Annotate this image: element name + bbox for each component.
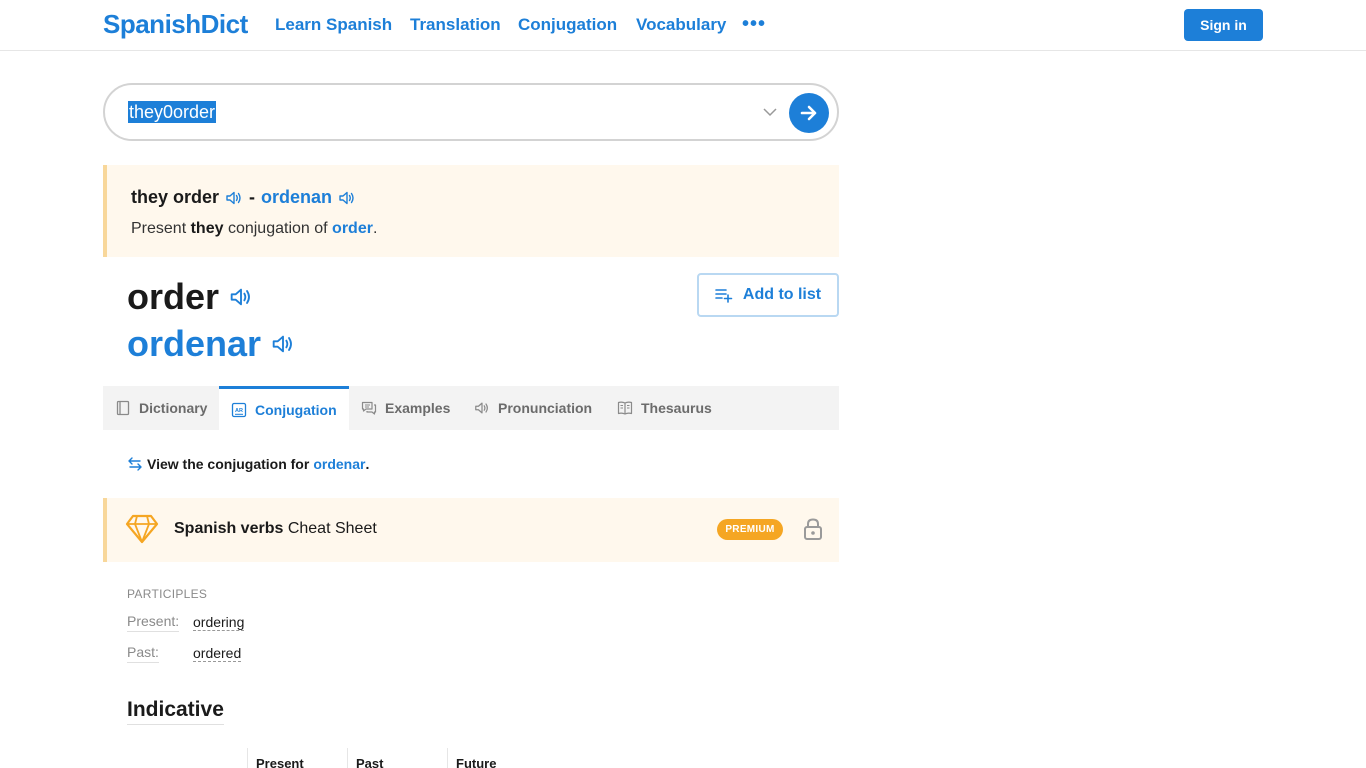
search-submit-button[interactable]: [789, 93, 829, 133]
book-icon: [116, 400, 130, 416]
speaker-icon: [475, 402, 488, 414]
description-verb-link[interactable]: order: [332, 220, 373, 237]
column-header-future: Future: [447, 748, 547, 768]
search-bar[interactable]: they0order: [103, 83, 839, 141]
cheat-sheet-title: Spanish verbs Cheat Sheet: [174, 520, 377, 538]
cheat-sheet-title-bold: Spanish verbs: [174, 520, 284, 537]
swap-arrows-icon: [128, 457, 142, 471]
cheat-sheet-banner[interactable]: Spanish verbs Cheat Sheet PREMIUM: [103, 498, 839, 562]
chevron-down-icon[interactable]: [761, 103, 779, 121]
quick-definition-translation: they order - ordenan: [131, 187, 362, 208]
add-to-list-button[interactable]: Add to list: [697, 273, 839, 317]
quick-definition-spanish[interactable]: ordenan: [261, 187, 332, 208]
add-to-list-label: Add to list: [742, 286, 822, 303]
description-pronoun: they: [190, 220, 224, 237]
speaker-icon[interactable]: [271, 332, 295, 356]
speaker-icon[interactable]: [229, 285, 253, 309]
open-book-icon: [617, 401, 633, 415]
chat-icon: [361, 401, 377, 415]
svg-text:AR: AR: [235, 408, 243, 414]
nav-learn-spanish[interactable]: Learn Spanish: [275, 15, 392, 35]
quick-definition-description: Present they conjugation of order.: [131, 220, 377, 238]
diamond-icon: [125, 514, 159, 544]
description-end: .: [372, 220, 378, 237]
view-conjugation-prefix: View the conjugation for: [147, 456, 310, 472]
nav-translation[interactable]: Translation: [410, 15, 501, 35]
headword-spanish: ordenar: [127, 323, 295, 365]
tab-dictionary-label: Dictionary: [139, 400, 208, 416]
tab-pronunciation-label: Pronunciation: [498, 400, 593, 416]
view-conjugation-link[interactable]: View the conjugation for ordenar.: [127, 456, 369, 472]
conjugation-icon: AR: [231, 402, 247, 417]
sign-in-button[interactable]: Sign in: [1184, 9, 1263, 41]
more-menu-icon[interactable]: •••: [742, 13, 766, 36]
headword-spanish-text: ordenar: [127, 323, 262, 364]
tab-conjugation[interactable]: AR Conjugation: [219, 386, 349, 430]
add-list-icon: [715, 289, 733, 303]
site-logo[interactable]: SpanishDict: [103, 9, 248, 40]
present-participle-label: Present:: [127, 613, 180, 632]
column-header-past: Past: [347, 748, 447, 768]
tab-examples[interactable]: Examples: [361, 386, 450, 430]
tab-dictionary[interactable]: Dictionary: [115, 386, 207, 430]
search-input[interactable]: they0order: [128, 101, 217, 123]
past-participle-value[interactable]: ordered: [193, 645, 242, 662]
lock-icon: [804, 518, 822, 540]
quick-definition: they order - ordenan Present they conjug…: [103, 165, 839, 257]
quick-definition-dash: -: [249, 187, 256, 207]
headword-english-text: order: [127, 276, 220, 317]
past-participle-label: Past:: [127, 644, 159, 663]
cheat-sheet-title-rest: Cheat Sheet: [287, 520, 377, 537]
content-tabs: Dictionary AR Conjugation Examples Pronu…: [103, 386, 839, 430]
premium-badge: PREMIUM: [717, 519, 783, 540]
view-conjugation-verb[interactable]: ordenar: [313, 456, 365, 472]
tab-pronunciation[interactable]: Pronunciation: [474, 386, 592, 430]
speaker-icon[interactable]: [225, 189, 243, 207]
nav-vocabulary[interactable]: Vocabulary: [636, 15, 726, 35]
column-header-present: Present: [247, 748, 347, 768]
headword-english: order: [127, 276, 253, 318]
speaker-icon[interactable]: [338, 189, 356, 207]
tab-thesaurus-label: Thesaurus: [641, 400, 712, 416]
indicative-title: Indicative: [127, 698, 224, 725]
quick-definition-english: they order: [131, 187, 220, 207]
description-middle: conjugation of: [227, 220, 328, 237]
tab-conjugation-label: Conjugation: [255, 401, 337, 418]
tab-examples-label: Examples: [385, 400, 451, 416]
site-header: SpanishDict Learn Spanish Translation Co…: [0, 0, 1366, 51]
description-prefix: Present: [131, 220, 187, 237]
present-participle-value[interactable]: ordering: [193, 614, 245, 631]
participles-title: PARTICIPLES: [127, 587, 208, 601]
view-conjugation-suffix: .: [365, 456, 370, 472]
arrow-right-icon: [800, 105, 817, 121]
nav-conjugation[interactable]: Conjugation: [518, 15, 617, 35]
tab-thesaurus[interactable]: Thesaurus: [617, 386, 712, 430]
